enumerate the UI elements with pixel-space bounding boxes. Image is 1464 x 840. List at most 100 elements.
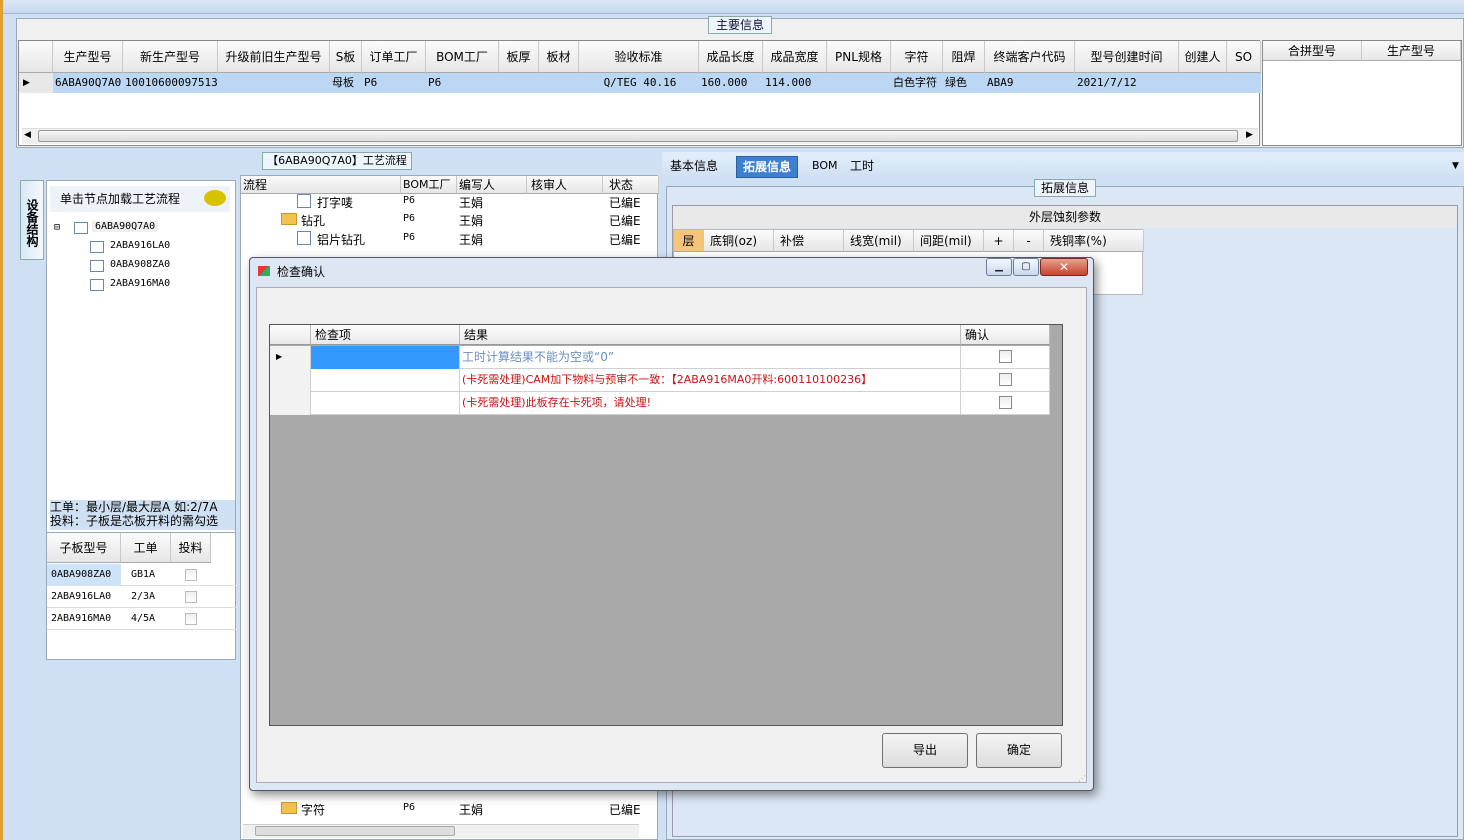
col-header[interactable]: 生产型号 <box>1362 41 1461 61</box>
note-line: 工单：最小层/最大层A 如:2/7A <box>50 500 218 514</box>
model-tree[interactable]: ⊟ 6ABA90Q7A0 2ABA916LA0 0ABA908ZA0 2ABA9… <box>54 218 234 298</box>
ok-button[interactable]: 确定 <box>976 733 1062 768</box>
table-row[interactable]: (卡死需处理)此板存在卡死项，请处理! <box>270 392 1050 415</box>
table-cell: Q/TEG 40.16 <box>603 76 677 89</box>
col-header[interactable]: 型号创建时间 <box>1075 41 1179 73</box>
col-header[interactable]: 创建人 <box>1179 41 1227 73</box>
table-row[interactable]: 2ABA916LA0 2/3A <box>47 586 237 608</box>
merge-grid[interactable]: 合拼型号 生产型号 <box>1262 40 1462 146</box>
col-header[interactable]: 新生产型号 <box>123 41 218 73</box>
col-header[interactable]: 流程 <box>241 176 401 194</box>
table-row[interactable]: ▶ 工时计算结果不能为空或“0” <box>270 346 1050 369</box>
col-header[interactable]: - <box>1014 230 1044 252</box>
col-header[interactable]: S板 <box>330 41 362 73</box>
col-header[interactable]: 投料 <box>171 533 211 563</box>
flow-cell: P6 <box>403 213 416 224</box>
col-header[interactable]: 阻焊 <box>943 41 985 73</box>
feed-checkbox[interactable] <box>185 613 197 625</box>
col-header[interactable]: 验收标准 <box>579 41 699 73</box>
col-header[interactable]: 结果 <box>460 325 961 345</box>
confirm-checkbox[interactable] <box>999 396 1012 409</box>
folder-icon <box>281 213 297 225</box>
table-cell[interactable] <box>311 392 460 415</box>
tab-work-hours[interactable]: 工时 <box>844 156 880 178</box>
tree-node[interactable]: 2ABA916LA0 <box>110 240 170 251</box>
flow-step[interactable]: 打字唛 <box>317 194 353 211</box>
dialog-title: 检查确认 <box>277 265 326 279</box>
row-header <box>270 392 311 415</box>
scroll-thumb[interactable] <box>255 826 455 836</box>
col-header[interactable]: 层 <box>674 230 704 252</box>
table-cell: 10010600097513 <box>125 76 218 89</box>
tab-extended-info[interactable]: 拓展信息 <box>736 156 799 178</box>
flow-cell: 王娟 <box>459 214 484 228</box>
scroll-left-icon[interactable]: ◀ <box>24 130 31 140</box>
flow-step[interactable]: 字符 <box>301 801 325 818</box>
col-header[interactable]: 板厚 <box>499 41 539 73</box>
tab-dropdown-icon[interactable]: ▼ <box>1446 156 1464 178</box>
table-cell: 160.000 <box>701 76 748 89</box>
feed-checkbox[interactable] <box>185 569 197 581</box>
table-cell: 0ABA908ZA0 <box>47 564 121 586</box>
file-icon <box>297 231 311 245</box>
node-icon <box>74 222 88 234</box>
col-header[interactable]: 补偿 <box>774 230 844 252</box>
col-header[interactable]: BOM工厂 <box>401 176 457 194</box>
minimize-button[interactable]: ▁ <box>986 258 1012 276</box>
col-header[interactable]: 线宽(mil) <box>844 230 914 252</box>
col-header[interactable]: 底铜(oz) <box>704 230 774 252</box>
confirm-cell <box>961 392 1050 415</box>
col-header[interactable]: BOM工厂 <box>426 41 499 73</box>
confirm-checkbox[interactable] <box>999 373 1012 386</box>
col-header[interactable]: 成品宽度 <box>763 41 827 73</box>
col-header[interactable]: 核审人 <box>527 176 603 194</box>
col-header[interactable]: SO <box>1227 41 1261 73</box>
tree-node[interactable]: 6ABA90Q7A0 <box>92 221 159 232</box>
col-header[interactable]: 检查项 <box>311 325 460 345</box>
scroll-right-icon[interactable]: ▶ <box>1246 130 1253 140</box>
close-button[interactable]: ✕ <box>1040 258 1088 276</box>
col-header[interactable]: + <box>984 230 1014 252</box>
confirm-checkbox[interactable] <box>999 350 1012 363</box>
col-header[interactable]: 终端客户代码 <box>985 41 1075 73</box>
load-flow-hint[interactable]: 单击节点加载工艺流程 <box>50 186 230 212</box>
col-header[interactable]: 成品长度 <box>699 41 763 73</box>
col-header[interactable]: 确认 <box>961 325 1050 345</box>
maximize-button[interactable]: ▢ <box>1013 258 1039 276</box>
col-header[interactable]: 间距(mil) <box>914 230 984 252</box>
tree-node[interactable]: 2ABA916MA0 <box>110 278 170 289</box>
tree-node[interactable]: 0ABA908ZA0 <box>110 259 170 270</box>
table-row[interactable]: (卡死需处理)CAM加下物料与预审不一致：【2ABA916MA0开料:60011… <box>270 369 1050 392</box>
resize-grip-icon[interactable]: ⋰ <box>1078 774 1086 783</box>
feed-checkbox[interactable] <box>185 591 197 603</box>
sub-board-grid[interactable]: 子板型号 工单 投料 0ABA908ZA0 GB1A 2ABA916LA0 2/… <box>46 532 237 660</box>
flow-step[interactable]: 钻孔 <box>301 212 325 229</box>
col-header[interactable]: 工单 <box>121 533 171 563</box>
col-header[interactable]: PNL规格 <box>827 41 891 73</box>
flow-cell: P6 <box>403 232 416 243</box>
col-header[interactable]: 板材 <box>539 41 579 73</box>
tab-bom[interactable]: BOM <box>806 156 844 178</box>
col-header[interactable]: 升级前旧生产型号 <box>218 41 330 73</box>
table-cell[interactable] <box>311 369 460 392</box>
table-row[interactable]: 2ABA916MA0 4/5A <box>47 608 237 630</box>
export-button[interactable]: 导出 <box>882 733 968 768</box>
col-header[interactable]: 合拼型号 <box>1263 41 1362 61</box>
flow-step[interactable]: 铝片钻孔 <box>317 231 365 248</box>
check-grid[interactable]: 检查项 结果 确认 ▶ 工时计算结果不能为空或“0” (卡死需处理)CAM加下物… <box>269 324 1063 726</box>
tab-basic-info[interactable]: 基本信息 <box>664 156 724 178</box>
col-header[interactable]: 生产型号 <box>53 41 123 73</box>
side-tab-structure[interactable]: 设备结构 <box>20 180 44 260</box>
col-header[interactable]: 编写人 <box>457 176 527 194</box>
table-row[interactable]: 0ABA908ZA0 GB1A <box>47 564 237 586</box>
col-header[interactable]: 残铜率(%) <box>1044 230 1144 252</box>
node-icon <box>90 241 104 253</box>
col-header[interactable]: 字符 <box>891 41 943 73</box>
col-header[interactable]: 订单工厂 <box>362 41 426 73</box>
col-header[interactable]: 子板型号 <box>47 533 121 563</box>
tab-strip: 基本信息 拓展信息 BOM 工时 ▼ <box>662 152 1464 178</box>
scroll-thumb[interactable] <box>38 130 1238 142</box>
col-header[interactable]: 状态 <box>603 176 659 194</box>
table-cell[interactable] <box>311 346 460 369</box>
confirm-cell <box>961 369 1050 392</box>
